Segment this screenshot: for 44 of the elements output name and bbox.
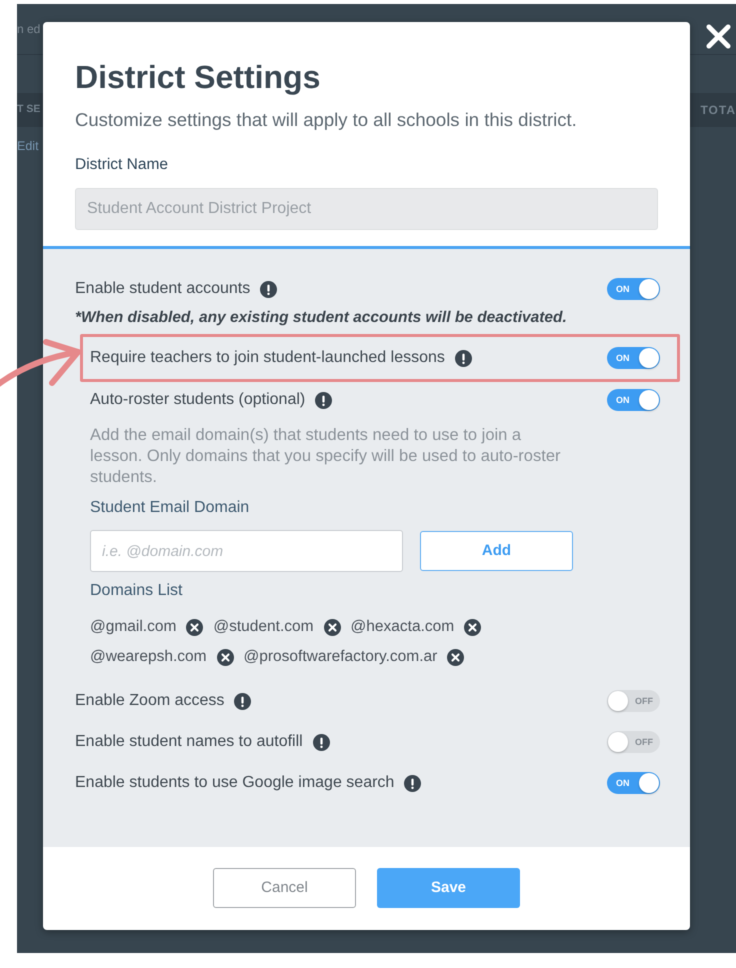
x-circle-icon[interactable] (447, 648, 464, 666)
x-circle-icon[interactable] (464, 618, 482, 636)
toggle-switch[interactable]: ON (607, 347, 660, 369)
field-label: Student Email Domain (90, 498, 250, 518)
domain-name: @hexacta.com (350, 617, 454, 637)
domain-name: @student.com (213, 617, 314, 637)
setting-label: Enable students to use Google image search (75, 773, 394, 793)
warning-note: *When disabled, any existing student accounts will be deactivated. (75, 308, 568, 328)
exclamation-icon[interactable] (234, 692, 252, 710)
column-header: TOTA (700, 102, 736, 119)
modal-subtitle: Customize settings that will apply to all schools in this district. (75, 108, 578, 132)
setting-label: Enable student accounts (75, 279, 250, 299)
exclamation-icon[interactable] (454, 350, 472, 366)
cancel-button[interactable]: Cancel (213, 868, 356, 908)
x-circle-icon[interactable] (216, 648, 234, 666)
domain-name: @wearepsh.com (90, 647, 207, 667)
field-label: Domains List (90, 581, 184, 601)
save-button[interactable]: Save (377, 868, 520, 908)
exclamation-icon[interactable] (312, 734, 330, 750)
domain-name: @gmail.com (90, 617, 176, 637)
edit-link[interactable]: Edit (17, 136, 39, 156)
toggle-switch[interactable]: ON (607, 772, 660, 794)
exclamation-icon[interactable] (260, 280, 278, 298)
header-text: n ed (17, 21, 40, 38)
toggle-switch[interactable]: OFF (607, 731, 660, 753)
exclamation-icon[interactable] (404, 774, 422, 792)
toggle-switch[interactable]: ON (607, 389, 660, 411)
exclamation-icon[interactable] (315, 392, 332, 408)
domain-name: @prosoftwarefactory.com.ar (244, 647, 438, 667)
x-circle-icon[interactable] (186, 618, 204, 636)
setting-label: Require teachers to join student-launched lessons (90, 348, 445, 368)
toggle-switch[interactable]: OFF (607, 690, 660, 712)
toggle-switch[interactable]: ON (607, 278, 660, 300)
setting-label: Auto-roster students (optional) (90, 390, 306, 410)
close-icon[interactable] (706, 24, 731, 49)
setting-label: Enable student names to autofill (75, 732, 303, 752)
setting-label: Enable Zoom access (75, 691, 224, 711)
add-button[interactable]: Add (420, 531, 573, 571)
modal-title: District Settings (75, 58, 322, 97)
field-label: District Name (75, 155, 170, 175)
email-domain-field[interactable]: i.e. @domain.com (90, 530, 403, 572)
description-text: Add the email domain(s) that students need to use to join a lesson. Only domains that you specify will be used to auto-roster students. (90, 425, 562, 488)
column-header: T SE (17, 102, 40, 118)
x-circle-icon[interactable] (324, 618, 341, 636)
